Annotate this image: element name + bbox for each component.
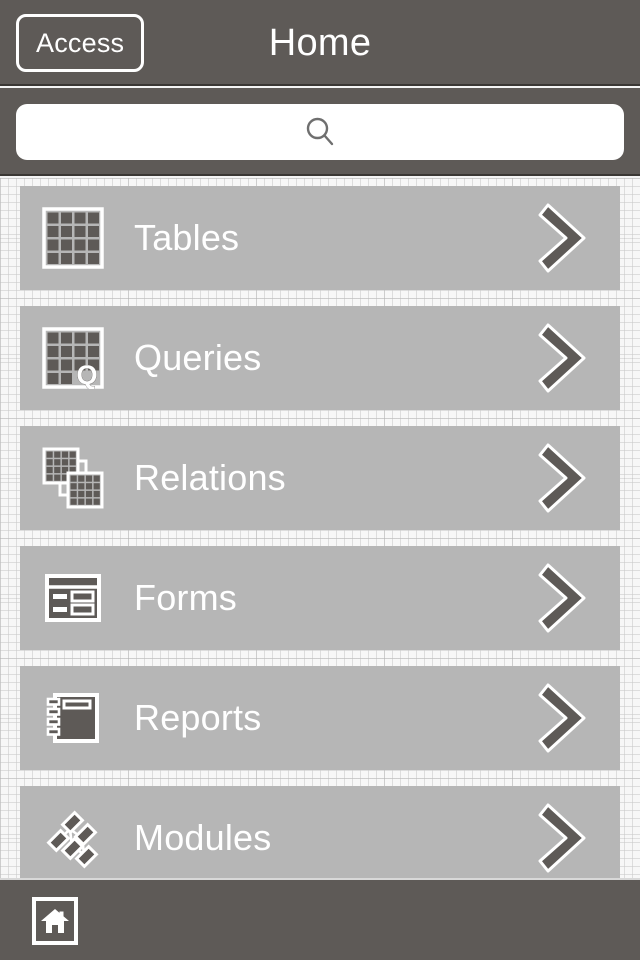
list-item-label: Tables [134, 217, 240, 258]
list-item-label: Forms [134, 577, 237, 618]
table-grid-icon [42, 207, 104, 269]
chevron-right-icon [538, 319, 594, 397]
back-button-access[interactable]: Access [16, 14, 145, 72]
list-item-queries[interactable]: Q Queries [20, 306, 620, 410]
app-screen: Access Home Tables Q Queries Relations F… [0, 0, 640, 960]
home-button[interactable] [32, 897, 78, 945]
chevron-right-icon [538, 199, 594, 277]
search-icon [303, 115, 337, 149]
list-item-label: Modules [134, 817, 272, 858]
list-item-label: Reports [134, 697, 262, 738]
list-item-label: Queries [134, 337, 262, 378]
list-item-label: Relations [134, 457, 286, 498]
chevron-right-icon [538, 559, 594, 637]
chevron-right-icon [538, 439, 594, 517]
table-grid-q-icon: Q [42, 327, 104, 389]
content-area: Tables Q Queries Relations Forms Reports… [0, 178, 640, 960]
list-item-relations[interactable]: Relations [20, 426, 620, 530]
list-item-reports[interactable]: Reports [20, 666, 620, 770]
svg-text:Q: Q [76, 360, 97, 389]
list-item-tables[interactable]: Tables [20, 186, 620, 290]
navigation-bar: Access Home [0, 0, 640, 86]
search-bar-container [0, 88, 640, 176]
node-network-icon [42, 807, 104, 869]
bound-notebook-icon [42, 687, 104, 749]
search-field[interactable] [16, 104, 624, 160]
list-item-forms[interactable]: Forms [20, 546, 620, 650]
chevron-right-icon [538, 679, 594, 757]
bottom-toolbar [0, 878, 640, 960]
home-icon [40, 907, 70, 935]
form-window-icon [42, 567, 104, 629]
linked-grids-icon [42, 447, 104, 509]
list-item-modules[interactable]: Modules [20, 786, 620, 890]
chevron-right-icon [538, 799, 594, 877]
